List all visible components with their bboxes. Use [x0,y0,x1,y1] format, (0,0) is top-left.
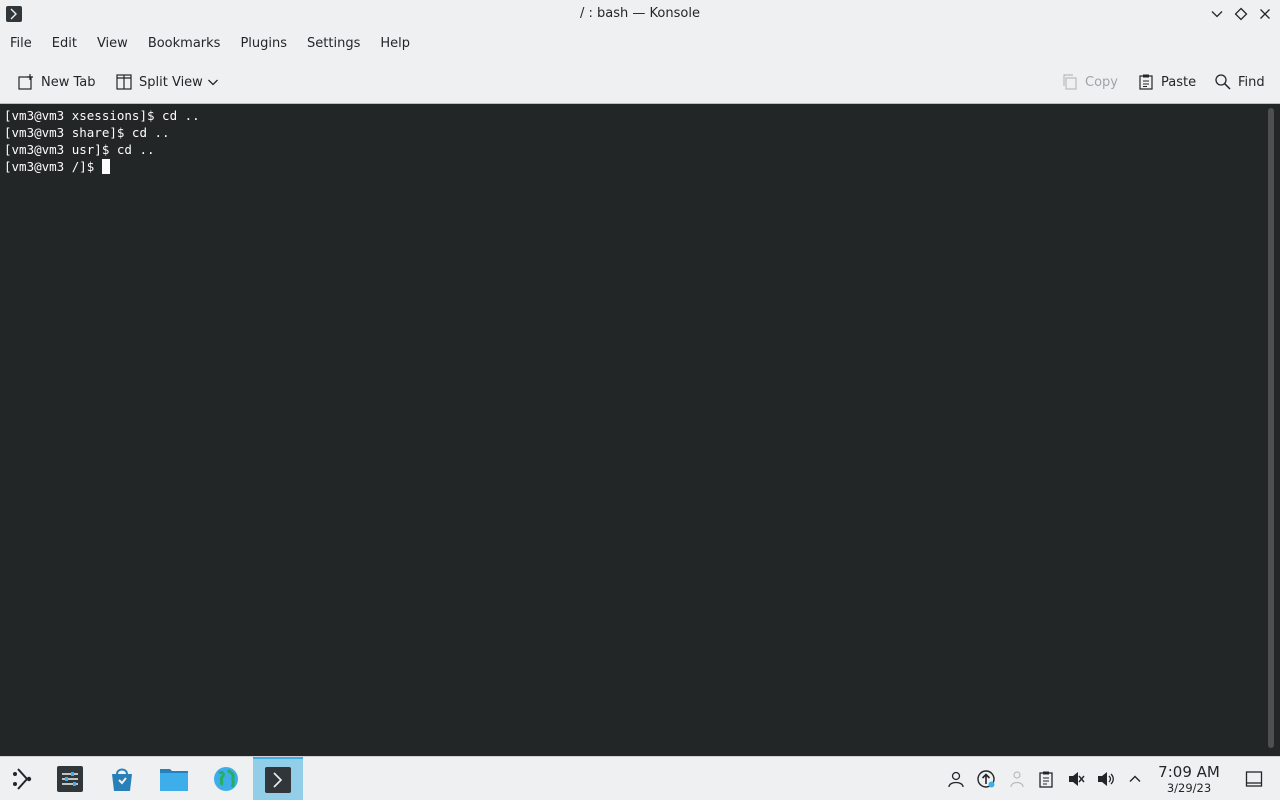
split-view-icon [116,74,132,90]
web-browser-icon [214,767,238,791]
terminal-cursor [101,159,110,174]
task-dolphin[interactable] [152,757,196,800]
tray-updates[interactable] [976,769,996,789]
new-tab-button[interactable]: New Tab [17,70,96,94]
konsole-icon [265,767,291,793]
terminal-prompt-line: [vm3@vm3 /]$ [4,158,1262,175]
tray-clipboard[interactable] [1036,769,1056,789]
system-settings-icon [57,766,83,792]
task-system-settings[interactable] [48,757,92,800]
chevron-down-icon [1211,11,1223,18]
task-web-browser[interactable] [204,757,248,800]
copy-label: Copy [1085,74,1118,90]
tray-volume[interactable] [1096,769,1116,789]
paste-label: Paste [1161,74,1197,90]
menu-plugins[interactable]: Plugins [230,28,297,60]
clipboard-icon [1039,771,1053,788]
terminal-output[interactable]: [vm3@vm3 xsessions]$ cd .. [vm3@vm3 shar… [0,105,1266,755]
show-desktop-button[interactable] [1244,769,1264,789]
menu-view[interactable]: View [87,28,138,60]
menu-help[interactable]: Help [370,28,420,60]
dolphin-folder-icon [160,769,188,791]
menu-bar: File Edit View Bookmarks Plugins Setting… [0,28,1280,60]
new-tab-label: New Tab [41,74,96,90]
split-view-menu-button[interactable] [206,70,220,94]
terminal-prompt: [vm3@vm3 /]$ [4,159,102,174]
menu-bookmarks[interactable]: Bookmarks [138,28,231,60]
user-icon [948,771,964,788]
konsole-app-icon[interactable] [6,6,22,22]
discover-icon [112,768,132,791]
menu-file[interactable]: File [0,28,42,60]
task-konsole-active[interactable] [253,757,303,800]
diamond-icon [1234,7,1248,21]
paste-button[interactable]: Paste [1137,70,1196,94]
tray-network[interactable] [1007,769,1027,789]
task-discover[interactable] [100,757,144,800]
volume-icon [1098,772,1114,786]
terminal-line: [vm3@vm3 usr]$ cd .. [4,142,155,157]
find-button[interactable]: Find [1214,70,1265,94]
chevron-down-icon [208,79,218,86]
close-button[interactable] [1255,4,1275,24]
window-title: / : bash — Konsole [580,6,700,21]
new-tab-icon [18,74,33,90]
search-icon [1215,74,1231,90]
terminal-scrollbar-thumb[interactable] [1268,108,1274,748]
menu-settings[interactable]: Settings [297,28,370,60]
update-icon [977,770,995,788]
clock-date: 3/29/23 [1166,781,1212,795]
copy-button[interactable]: Copy [1061,70,1118,94]
notifications-muted-icon [1069,772,1085,786]
split-view-label: Split View [139,74,203,90]
application-launcher-icon [13,768,32,790]
copy-icon [1063,74,1077,90]
tray-user[interactable] [946,769,966,789]
split-view-button[interactable]: Split View [115,70,203,94]
clock-time: 7:09 AM [1158,763,1220,781]
minimize-button[interactable] [1207,4,1227,24]
tray-expand[interactable] [1125,769,1145,789]
taskbar: 7:09 AM 3/29/23 [0,756,1280,800]
terminal-line: [vm3@vm3 share]$ cd .. [4,125,170,140]
terminal-line: [vm3@vm3 xsessions]$ cd .. [4,108,200,123]
show-desktop-icon [1245,771,1263,787]
maximize-button[interactable] [1231,4,1251,24]
title-bar[interactable]: / : bash — Konsole [0,0,1280,28]
menu-edit[interactable]: Edit [42,28,87,60]
find-label: Find [1238,74,1265,90]
expand-tray-icon [1129,775,1141,782]
tray-notifications[interactable] [1066,769,1086,789]
network-icon [1010,771,1024,788]
digital-clock[interactable]: 7:09 AM 3/29/23 [1148,763,1230,795]
close-icon [1260,9,1270,19]
application-launcher-button[interactable] [0,757,44,800]
toolbar: New Tab Split View Copy Paste Find [0,60,1280,104]
paste-icon [1139,74,1153,90]
